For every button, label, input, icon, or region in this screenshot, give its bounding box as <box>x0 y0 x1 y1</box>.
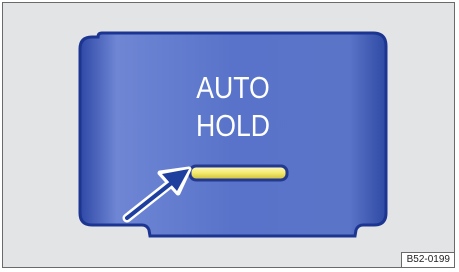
button-label-auto: AUTO <box>196 70 270 105</box>
illustration-frame: AUTO HOLD B52-0199 <box>2 2 455 268</box>
button-label-hold: HOLD <box>195 108 271 143</box>
figure-code: B52-0199 <box>400 252 454 267</box>
indicator-light <box>188 164 289 182</box>
